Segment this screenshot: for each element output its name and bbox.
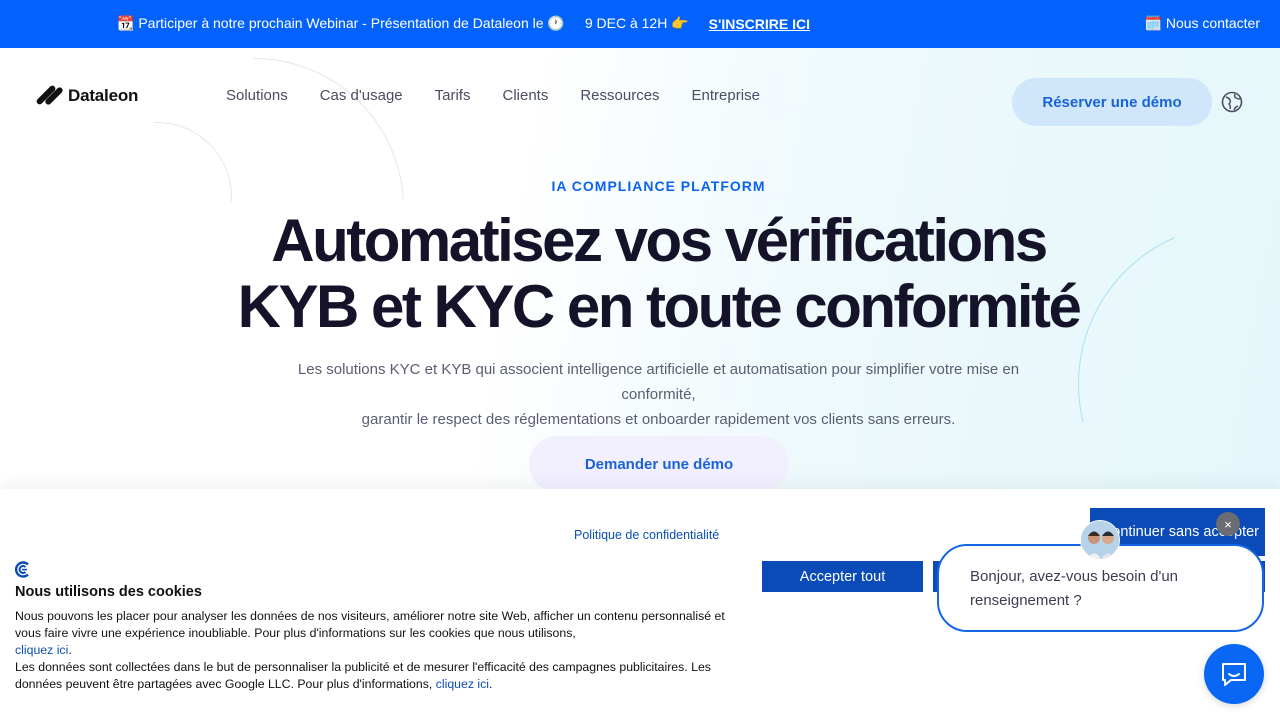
hero-headline: Automatisez vos vérifications KYB et KYC… — [0, 208, 1280, 340]
dataleon-logo[interactable]: Dataleon — [35, 84, 139, 107]
logo-mark-icon — [35, 84, 64, 107]
hero-eyebrow: IA COMPLIANCE PLATFORM — [551, 178, 766, 194]
logo-text: Dataleon — [68, 86, 139, 105]
cookie-info-link-1[interactable]: cliquez ici — [15, 643, 68, 657]
consent-logo-icon — [15, 561, 29, 578]
headline-line-1: Automatisez vos vérifications — [271, 207, 1048, 274]
hero-subtitle: Les solutions KYC et KYB qui associent i… — [270, 357, 1047, 432]
cookie-description: Nous pouvons les placer pour analyser le… — [15, 609, 725, 691]
chat-launcher-button[interactable] — [1204, 644, 1264, 704]
webinar-promo: 📆 Participer à notre prochain Webinar - … — [117, 15, 810, 32]
subtitle-line-1: Les solutions KYC et KYB qui associent i… — [297, 361, 1020, 403]
subtitle-line-2: garantir le respect des réglementations … — [361, 411, 956, 428]
request-demo-button[interactable]: Demander une démo — [529, 436, 789, 492]
chat-icon — [1222, 663, 1246, 686]
webinar-text: 📆 Participer à notre prochain Webinar - … — [117, 15, 565, 31]
nav-item-clients[interactable]: Clients — [502, 87, 548, 104]
globe-icon[interactable] — [1221, 91, 1243, 113]
contact-link[interactable]: 🗓️ Nous contacter — [1145, 15, 1260, 32]
chat-close-icon[interactable]: × — [1216, 512, 1240, 536]
avatar-photo-icon — [1081, 521, 1119, 559]
accept-all-button[interactable]: Accepter tout — [762, 561, 923, 592]
nav-item-pricing[interactable]: Tarifs — [435, 87, 471, 104]
cookie-text-part-2: Les données sont collectées dans le but … — [15, 660, 711, 691]
nav-item-solutions[interactable]: Solutions — [226, 87, 288, 104]
cookie-text-part-1: Nous pouvons les placer pour analyser le… — [15, 609, 725, 640]
cookie-info-link-2[interactable]: cliquez ici — [436, 677, 489, 691]
privacy-policy-link[interactable]: Politique de confidentialité — [574, 528, 719, 542]
nav-item-use-cases[interactable]: Cas d'usage — [320, 87, 403, 104]
book-demo-button[interactable]: Réserver une démo — [1012, 78, 1212, 126]
chat-agent-avatar — [1080, 520, 1120, 560]
webinar-signup-link[interactable]: S'INSCRIRE ICI — [709, 16, 810, 32]
nav-item-company[interactable]: Entreprise — [692, 87, 760, 104]
cookie-title: Nous utilisons des cookies — [15, 584, 202, 600]
announcement-bar: 📆 Participer à notre prochain Webinar - … — [0, 0, 1280, 48]
main-nav: Solutions Cas d'usage Tarifs Clients Res… — [226, 87, 760, 104]
webinar-date: 9 DEC à 12H 👉 — [584, 15, 689, 31]
headline-line-2: KYB et KYC en toute conformité — [237, 273, 1082, 340]
nav-item-resources[interactable]: Ressources — [580, 87, 659, 104]
